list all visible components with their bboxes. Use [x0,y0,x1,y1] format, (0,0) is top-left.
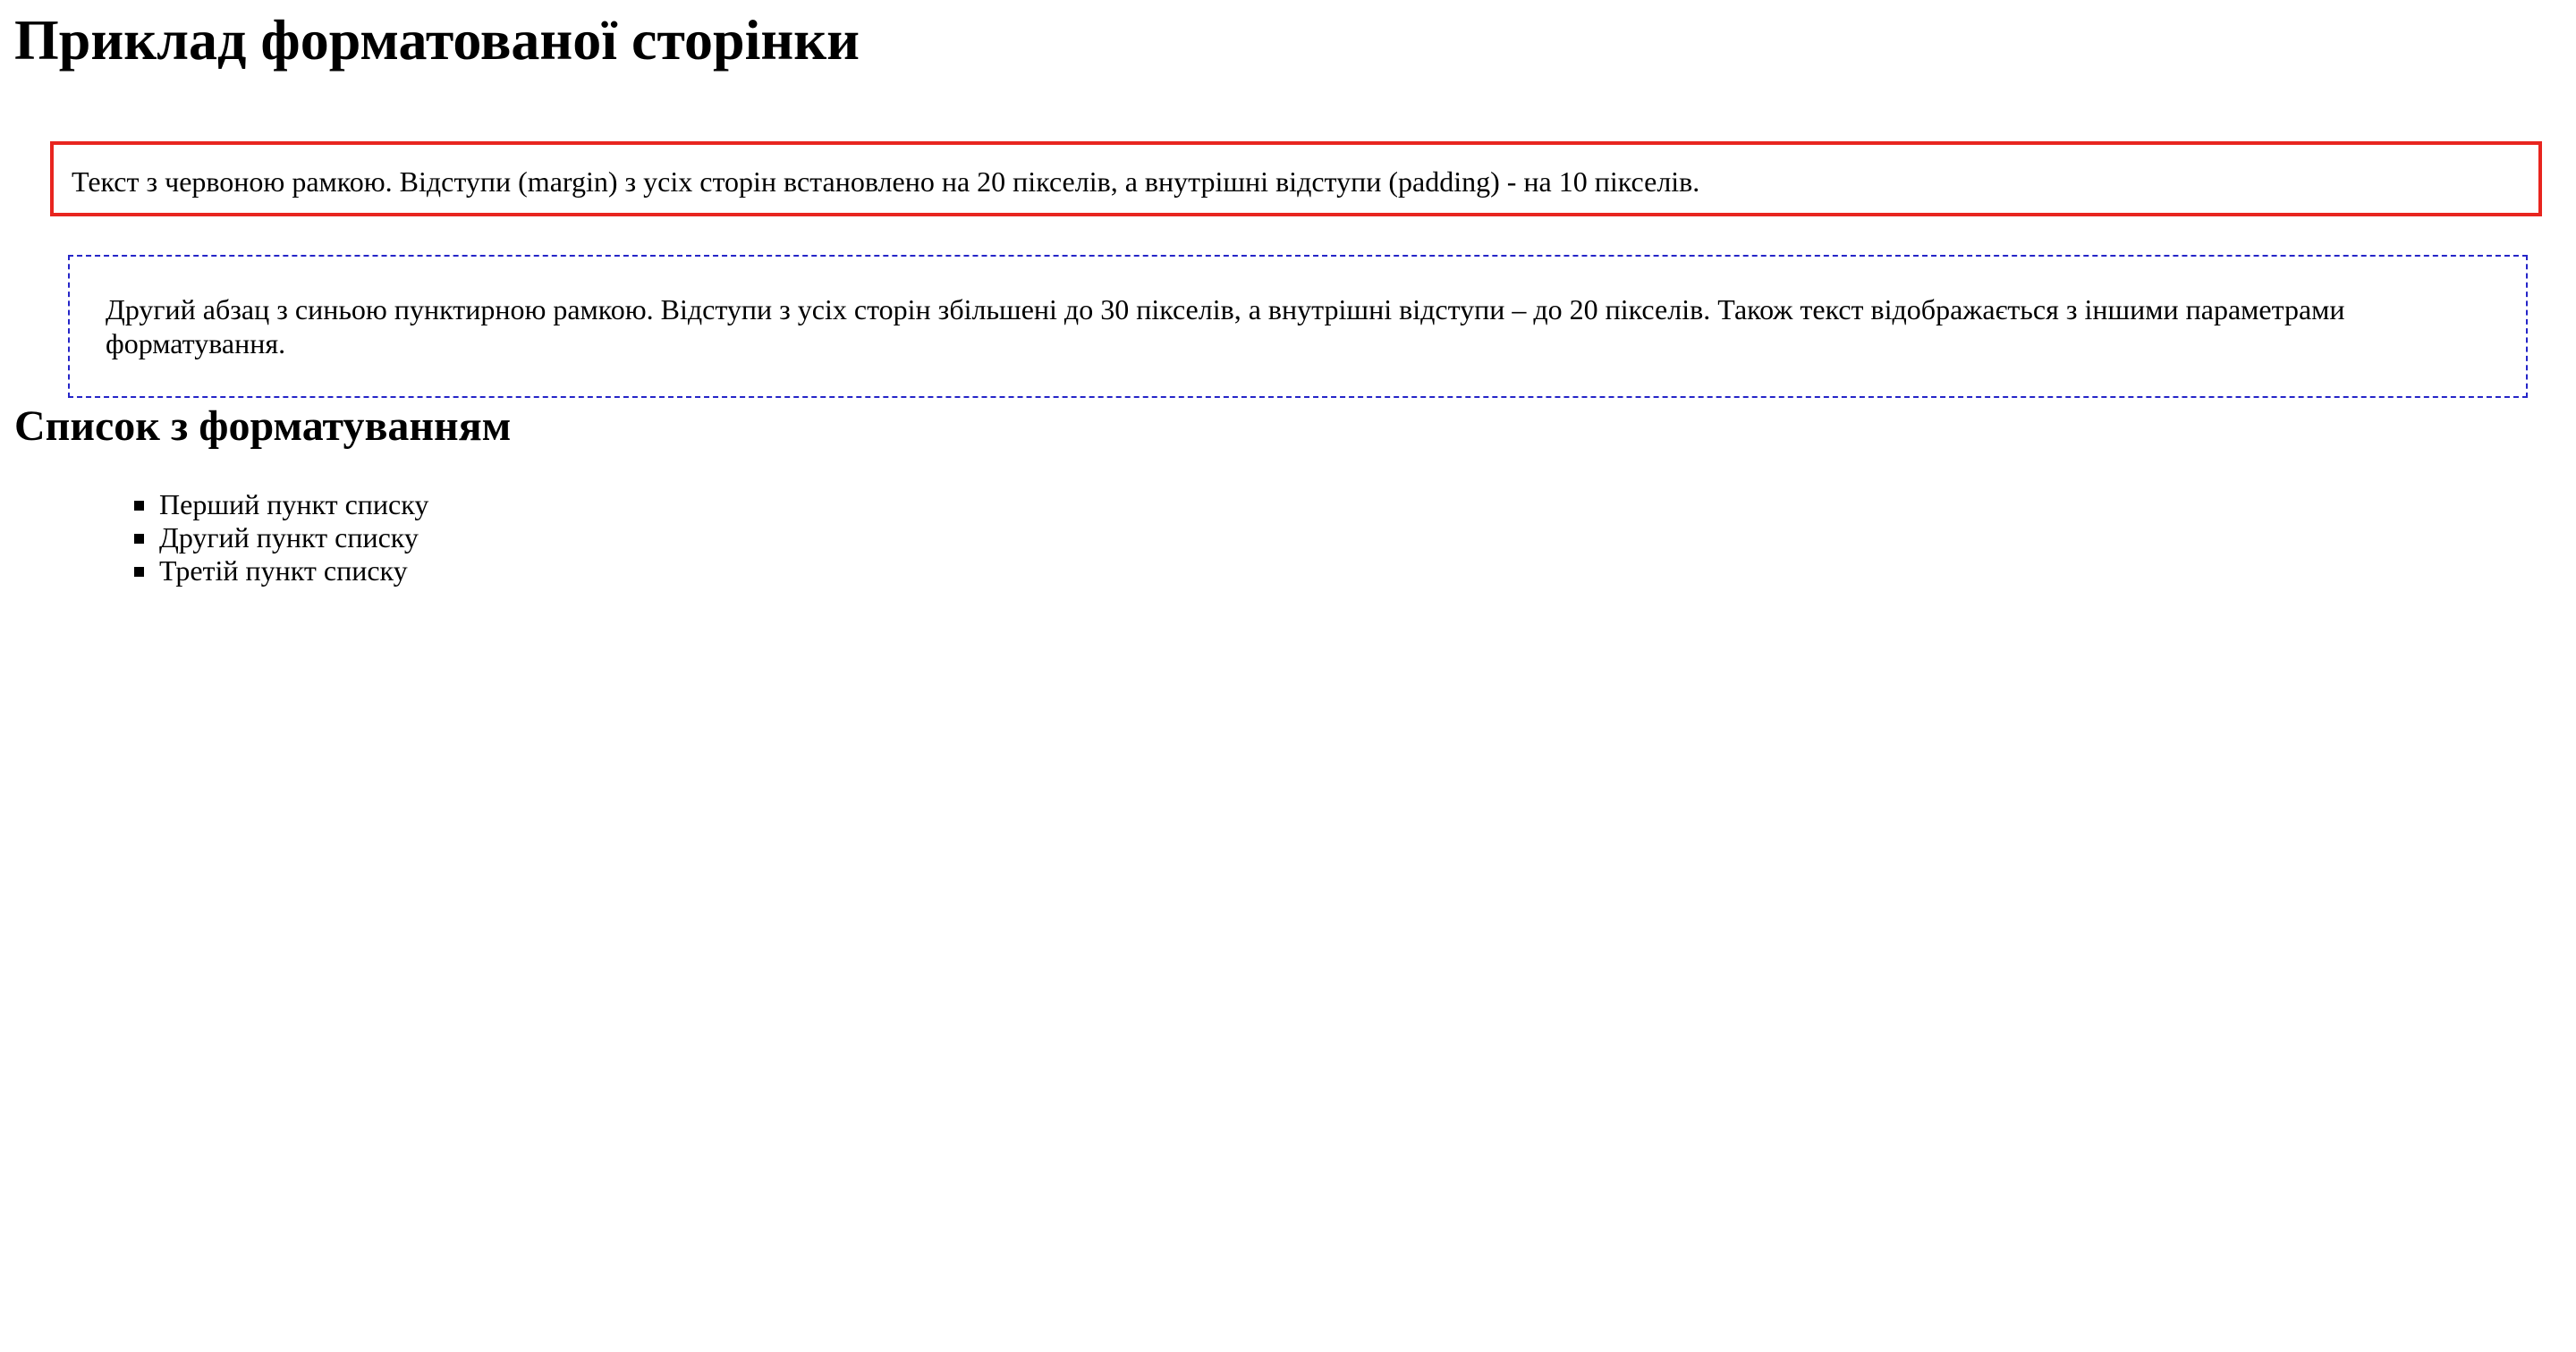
list-item: Третій пункт списку [134,554,428,587]
square-bullet-icon [134,567,144,577]
list-item-label: Другий пункт списку [159,521,419,553]
formatted-list: Перший пункт списку Другий пункт списку … [134,488,428,587]
page: Приклад форматованої сторінки Текст з че… [0,0,2576,1352]
list-heading: Список з форматуванням [14,402,512,450]
list-item: Перший пункт списку [134,488,428,521]
page-title: Приклад форматованої сторінки [14,8,860,72]
square-bullet-icon [134,501,144,511]
list-item: Другий пункт списку [134,521,428,554]
square-bullet-icon [134,534,144,544]
red-bordered-paragraph: Текст з червоною рамкою. Відступи (margi… [50,141,2542,216]
blue-dashed-paragraph: Другий абзац з синьою пунктирною рамкою.… [68,255,2528,398]
list-item-label: Перший пункт списку [159,488,429,520]
list-item-label: Третій пункт списку [159,554,408,587]
